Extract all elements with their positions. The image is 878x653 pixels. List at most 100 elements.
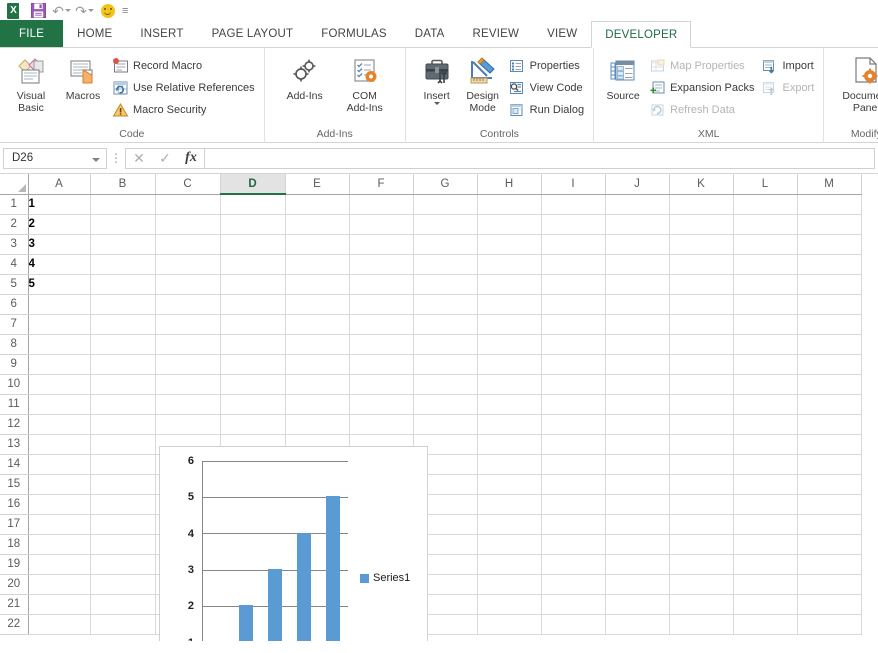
cell-d10[interactable] [220,374,285,394]
name-box-caret-icon[interactable] [92,158,100,162]
tab-data[interactable]: DATA [401,20,459,47]
cell-k9[interactable] [669,354,733,374]
cell-b2[interactable] [90,214,155,234]
cell-m18[interactable] [797,534,861,554]
select-all-corner[interactable] [0,174,28,194]
row-header-19[interactable]: 19 [0,554,28,574]
cell-e6[interactable] [285,294,349,314]
cell-i13[interactable] [541,434,605,454]
save-icon[interactable] [28,1,49,20]
cell-d5[interactable] [220,274,285,294]
cell-h19[interactable] [477,554,541,574]
cell-b16[interactable] [90,494,155,514]
cell-j14[interactable] [605,454,669,474]
cell-e11[interactable] [285,394,349,414]
cell-c6[interactable] [155,294,220,314]
cell-a10[interactable] [28,374,90,394]
cell-c9[interactable] [155,354,220,374]
column-header-c[interactable]: C [155,174,220,194]
cell-i7[interactable] [541,314,605,334]
cell-l7[interactable] [733,314,797,334]
cell-j22[interactable] [605,614,669,634]
cell-m20[interactable] [797,574,861,594]
cell-a18[interactable] [28,534,90,554]
use-relative-references-button[interactable]: Use Relative References [109,77,259,99]
cell-h16[interactable] [477,494,541,514]
cell-g12[interactable] [413,414,477,434]
column-header-d[interactable]: D [220,174,285,194]
column-header-m[interactable]: M [797,174,861,194]
row-header-2[interactable]: 2 [0,214,28,234]
cell-i12[interactable] [541,414,605,434]
cell-h11[interactable] [477,394,541,414]
cell-h20[interactable] [477,574,541,594]
cell-l20[interactable] [733,574,797,594]
cell-m14[interactable] [797,454,861,474]
cell-l8[interactable] [733,334,797,354]
cell-l16[interactable] [733,494,797,514]
cell-c11[interactable] [155,394,220,414]
column-header-g[interactable]: G [413,174,477,194]
cell-b5[interactable] [90,274,155,294]
cell-c1[interactable] [155,194,220,214]
cell-i2[interactable] [541,214,605,234]
cell-j16[interactable] [605,494,669,514]
cell-a16[interactable] [28,494,90,514]
cell-c3[interactable] [155,234,220,254]
chart-bar[interactable] [297,533,311,641]
properties-button[interactable]: Properties [506,55,588,77]
cell-a7[interactable] [28,314,90,334]
cell-h4[interactable] [477,254,541,274]
cell-i4[interactable] [541,254,605,274]
cell-j20[interactable] [605,574,669,594]
cell-m2[interactable] [797,214,861,234]
cell-c4[interactable] [155,254,220,274]
cell-k1[interactable] [669,194,733,214]
cell-k11[interactable] [669,394,733,414]
cell-k14[interactable] [669,454,733,474]
cell-i5[interactable] [541,274,605,294]
document-panel-button[interactable]: Document Panel [836,53,878,114]
cell-m15[interactable] [797,474,861,494]
cell-d2[interactable] [220,214,285,234]
cell-e9[interactable] [285,354,349,374]
cell-j21[interactable] [605,594,669,614]
cell-h21[interactable] [477,594,541,614]
row-header-3[interactable]: 3 [0,234,28,254]
cell-l17[interactable] [733,514,797,534]
cell-m12[interactable] [797,414,861,434]
column-header-k[interactable]: K [669,174,733,194]
cell-e5[interactable] [285,274,349,294]
cell-l9[interactable] [733,354,797,374]
row-header-12[interactable]: 12 [0,414,28,434]
tab-formulas[interactable]: FORMULAS [307,20,401,47]
cell-k21[interactable] [669,594,733,614]
row-header-21[interactable]: 21 [0,594,28,614]
cell-l11[interactable] [733,394,797,414]
chart-legend[interactable]: Series1 [360,572,410,584]
cell-l1[interactable] [733,194,797,214]
customize-qat-icon[interactable]: ≡ [120,5,130,17]
cell-i6[interactable] [541,294,605,314]
row-header-11[interactable]: 11 [0,394,28,414]
cell-a9[interactable] [28,354,90,374]
cell-j8[interactable] [605,334,669,354]
row-header-9[interactable]: 9 [0,354,28,374]
cell-a14[interactable] [28,454,90,474]
cell-e10[interactable] [285,374,349,394]
cell-m8[interactable] [797,334,861,354]
cell-k13[interactable] [669,434,733,454]
cell-b9[interactable] [90,354,155,374]
redo-icon[interactable]: ↷ [74,1,95,20]
cell-k3[interactable] [669,234,733,254]
cell-e8[interactable] [285,334,349,354]
cell-c7[interactable] [155,314,220,334]
row-header-5[interactable]: 5 [0,274,28,294]
cell-m21[interactable] [797,594,861,614]
cell-m1[interactable] [797,194,861,214]
cell-l6[interactable] [733,294,797,314]
cell-c2[interactable] [155,214,220,234]
cell-g10[interactable] [413,374,477,394]
cell-m6[interactable] [797,294,861,314]
cell-i10[interactable] [541,374,605,394]
